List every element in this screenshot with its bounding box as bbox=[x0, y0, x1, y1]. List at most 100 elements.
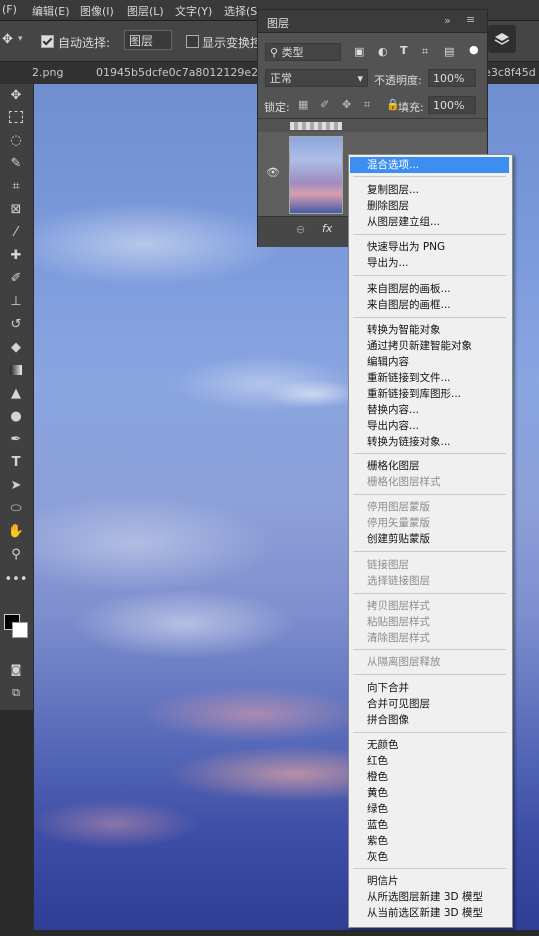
blur-icon[interactable]: ▲ bbox=[6, 384, 26, 402]
pen-icon[interactable]: ✒ bbox=[6, 430, 26, 448]
gradient-icon[interactable] bbox=[6, 361, 26, 379]
menu-item-color-violet[interactable]: 紫色 bbox=[367, 834, 388, 848]
auto-select-checkbox[interactable] bbox=[41, 35, 54, 48]
menu-item-color-yellow[interactable]: 黄色 bbox=[367, 786, 388, 800]
opacity-input[interactable]: 100% bbox=[428, 69, 476, 87]
menu-item-blending-options[interactable]: 混合选项... bbox=[350, 157, 509, 173]
eye-visibility-icon[interactable]: 👁 bbox=[266, 166, 280, 179]
smart-object-filter-icon[interactable]: ▤ bbox=[444, 45, 454, 58]
menu-item-artboard-from-layers[interactable]: 来自图层的画板... bbox=[367, 282, 451, 296]
quick-select-icon[interactable]: ✎ bbox=[6, 154, 26, 172]
crop-icon[interactable]: ⌗ bbox=[6, 177, 26, 195]
workspace-button[interactable] bbox=[488, 25, 516, 53]
more-icon[interactable]: ••• bbox=[5, 570, 28, 588]
menu-item-edit-contents[interactable]: 编辑内容 bbox=[367, 355, 409, 369]
hand-icon[interactable]: ✋ bbox=[6, 522, 26, 540]
menu-item-delete-layer[interactable]: 删除图层 bbox=[367, 199, 409, 213]
menu-item-frame-from-layers[interactable]: 来自图层的画框... bbox=[367, 298, 451, 312]
menu-item-new-smart-object-via-copy[interactable]: 通过拷贝新建智能对象 bbox=[367, 339, 472, 353]
pixel-filter-icon[interactable]: ▣ bbox=[354, 45, 364, 58]
menu-layer[interactable]: 图层(L) bbox=[127, 3, 164, 19]
path-select-icon[interactable]: ➤ bbox=[6, 476, 26, 494]
menu-separator bbox=[353, 732, 506, 733]
stamp-icon[interactable]: ⊥ bbox=[6, 292, 26, 310]
menu-item-merge-visible[interactable]: 合并可见图层 bbox=[367, 697, 430, 711]
background-color-swatch[interactable] bbox=[12, 622, 28, 638]
menu-item-postcard[interactable]: 明信片 bbox=[367, 874, 399, 888]
lasso-icon[interactable]: ◌ bbox=[6, 131, 26, 149]
menu-item-duplicate-layer[interactable]: 复制图层... bbox=[367, 183, 419, 197]
auto-select-dropdown[interactable]: 图层 bbox=[124, 30, 172, 50]
menu-item-relink-to-library[interactable]: 重新链接到库图形... bbox=[367, 387, 461, 401]
menu-item-3d-from-selection[interactable]: 从当前选区新建 3D 模型 bbox=[367, 906, 483, 920]
panel-menu-icon[interactable]: ≡ bbox=[466, 13, 475, 26]
history-brush-icon[interactable]: ↺ bbox=[6, 315, 26, 333]
menu-item-rasterize-layer-style: 栅格化图层样式 bbox=[367, 476, 441, 488]
tab-doc-1[interactable]: 2.png bbox=[32, 66, 63, 79]
marquee-icon[interactable] bbox=[6, 108, 26, 126]
menu-select[interactable]: 选择(S bbox=[224, 3, 257, 19]
menu-item-export-contents[interactable]: 导出内容... bbox=[367, 419, 419, 433]
shape-icon[interactable]: ⬭ bbox=[6, 499, 26, 517]
move-icon[interactable]: ✥ bbox=[6, 86, 26, 104]
fill-value: 100% bbox=[433, 99, 465, 112]
layer-filter-dropdown[interactable]: ⚲ 类型 bbox=[265, 43, 341, 61]
menu-image[interactable]: 图像(I) bbox=[80, 3, 114, 19]
show-transform-checkbox[interactable] bbox=[186, 35, 199, 48]
lock-artboard-icon[interactable]: ⌗ bbox=[364, 98, 370, 112]
menu-edit[interactable]: 编辑(E) bbox=[32, 3, 70, 19]
shape-filter-icon[interactable]: ⌗ bbox=[422, 45, 428, 59]
menu-item-flatten-image[interactable]: 拼合图像 bbox=[367, 713, 409, 727]
menu-item-merge-down[interactable]: 向下合并 bbox=[367, 681, 409, 695]
tab-doc-2[interactable]: 01945b5dcfe0c7a8012129e27 bbox=[96, 66, 265, 79]
menu-item-quick-export-png[interactable]: 快速导出为 PNG bbox=[367, 240, 445, 254]
menu-item-convert-smart-object[interactable]: 转换为智能对象 bbox=[367, 323, 441, 337]
menu-item-color-red[interactable]: 红色 bbox=[367, 754, 388, 768]
menu-item-create-clipping-mask[interactable]: 创建剪贴蒙版 bbox=[367, 532, 430, 546]
screen-mode-icon[interactable]: ⧉ bbox=[6, 684, 26, 702]
menu-separator bbox=[353, 674, 506, 675]
adjustment-filter-icon[interactable]: ◐ bbox=[378, 45, 388, 58]
eyedropper-icon[interactable]: ⁄ bbox=[6, 223, 26, 241]
fill-label: 填充: bbox=[398, 101, 424, 114]
healing-icon[interactable]: ✚ bbox=[6, 246, 26, 264]
menu-item-replace-contents[interactable]: 替换内容... bbox=[367, 403, 419, 417]
blend-mode-value: 正常 bbox=[270, 72, 292, 85]
lock-transparent-icon[interactable]: ▦ bbox=[298, 98, 308, 111]
lock-position-icon[interactable]: ✥ bbox=[342, 98, 351, 111]
fx-icon[interactable]: fx bbox=[322, 222, 332, 235]
zoom-icon[interactable]: ⚲ bbox=[6, 545, 26, 563]
divider bbox=[258, 118, 487, 119]
menu-item-color-blue[interactable]: 蓝色 bbox=[367, 818, 388, 832]
menu-item-color-green[interactable]: 绿色 bbox=[367, 802, 388, 816]
frame-icon[interactable]: ⊠ bbox=[6, 200, 26, 218]
blend-mode-dropdown[interactable]: 正常 ▾ bbox=[265, 69, 368, 87]
fill-input[interactable]: 100% bbox=[428, 96, 476, 114]
menu-item-3d-from-layer[interactable]: 从所选图层新建 3D 模型 bbox=[367, 890, 483, 904]
menu-item-relink-to-file[interactable]: 重新链接到文件... bbox=[367, 371, 451, 385]
menu-item-disable-layer-mask: 停用图层蒙版 bbox=[367, 501, 430, 513]
move-tool-icon[interactable]: ✥ bbox=[2, 32, 13, 47]
menu-item-rasterize-layer[interactable]: 栅格化图层 bbox=[367, 459, 420, 473]
layer-context-menu: 混合选项... 复制图层... 删除图层 从图层建立组... 快速导出为 PNG… bbox=[348, 154, 513, 928]
eraser-icon[interactable]: ◆ bbox=[6, 338, 26, 356]
menu-item-color-gray[interactable]: 灰色 bbox=[367, 850, 388, 864]
menu-type[interactable]: 文字(Y) bbox=[175, 3, 212, 19]
collapse-icon[interactable]: » bbox=[444, 14, 451, 27]
menu-item-convert-to-linked[interactable]: 转换为链接对象... bbox=[367, 435, 451, 449]
dodge-icon[interactable]: ● bbox=[6, 407, 26, 425]
link-icon[interactable]: ⊖ bbox=[296, 223, 305, 236]
lock-pixels-icon[interactable]: ✐ bbox=[320, 98, 329, 111]
type-filter-icon[interactable]: T bbox=[400, 44, 408, 57]
chevron-down-icon[interactable]: ▾ bbox=[18, 34, 23, 44]
menu-item-color-orange[interactable]: 橙色 bbox=[367, 770, 388, 784]
type-icon[interactable]: T bbox=[6, 453, 26, 471]
menu-item-export-as[interactable]: 导出为... bbox=[367, 256, 409, 270]
quick-mask-icon[interactable]: ◙ bbox=[6, 660, 26, 678]
filter-toggle-icon[interactable]: ● bbox=[469, 43, 479, 56]
menu-separator bbox=[353, 453, 506, 454]
menu-file[interactable]: (F) bbox=[2, 3, 17, 16]
menu-item-group-from-layers[interactable]: 从图层建立组... bbox=[367, 215, 440, 229]
menu-item-color-none[interactable]: 无颜色 bbox=[367, 738, 399, 752]
brush-icon[interactable]: ✐ bbox=[6, 269, 26, 287]
